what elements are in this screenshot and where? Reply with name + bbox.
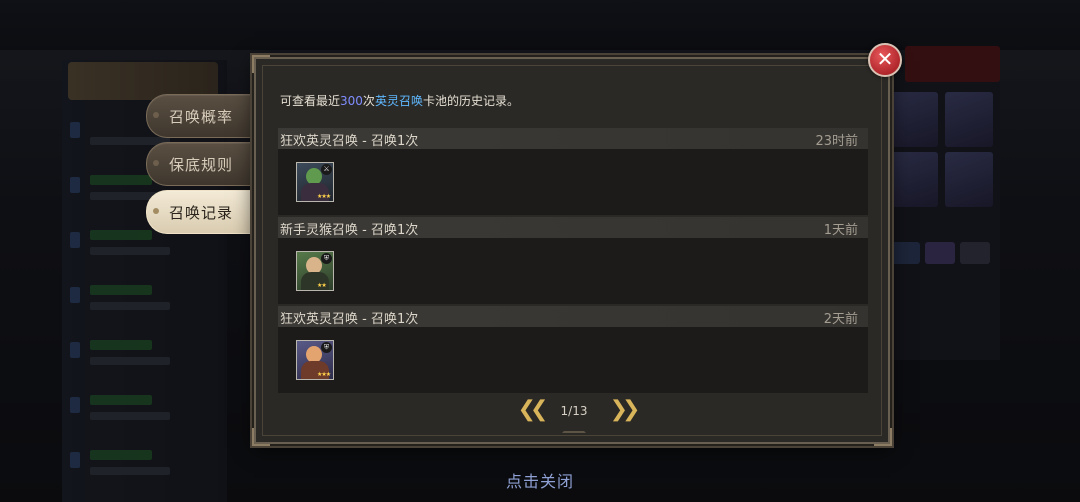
frame-corner (252, 428, 270, 446)
record-name: 狂欢英灵召唤 - 召唤1次 (280, 312, 419, 327)
double-chevron-left-icon[interactable]: ❮❮ (516, 399, 549, 421)
shield-icon: ⛨ (321, 342, 332, 353)
hero-portrait[interactable]: ⛨ ★★★ (296, 340, 334, 380)
tab-summon-history[interactable]: 召唤记录 (146, 190, 255, 234)
tab-dot (153, 112, 159, 118)
tab-label: 召唤概率 (168, 107, 233, 126)
page-indicator: 1/13 (560, 404, 588, 418)
star-rating: ★★★ (317, 371, 331, 378)
hero-portrait[interactable]: ⛨ ★★ (296, 251, 334, 291)
shield-icon: ⛨ (321, 253, 332, 264)
frame-corner (874, 428, 892, 446)
star-rating: ★★★ (317, 193, 331, 200)
record-header: 狂欢英灵召唤 - 召唤1次 23时前 (278, 128, 868, 149)
record-time: 1天前 (823, 223, 858, 238)
record-item: 新手灵猴召唤 - 召唤1次 1天前 ⛨ ★★ (278, 217, 868, 304)
double-chevron-right-icon[interactable]: ❯❯ (608, 399, 641, 421)
pagination: ❮❮ 1/13 ❯❯ (256, 397, 888, 433)
close-button[interactable]: ✕ (868, 43, 902, 77)
tab-dot (153, 208, 159, 214)
record-header: 狂欢英灵召唤 - 召唤1次 2天前 (278, 306, 868, 327)
tab-dot (153, 160, 159, 166)
tab-pity-rules[interactable]: 保底规则 (146, 142, 255, 186)
frame-corner (252, 55, 270, 73)
record-header: 新手灵猴召唤 - 召唤1次 1天前 (278, 217, 868, 238)
pool-name: 英灵召唤 (374, 94, 423, 108)
tap-to-close-label[interactable]: 点击关闭 (490, 468, 590, 492)
history-description: 可查看最近300次英灵召唤卡池的历史记录。 (280, 94, 519, 108)
summon-history-dialog: 可查看最近300次英灵召唤卡池的历史记录。 狂欢英灵召唤 - 召唤1次 23时前… (252, 55, 892, 446)
record-time: 23时前 (815, 134, 858, 149)
crossed-swords-icon: ⚔ (321, 164, 332, 175)
record-item: 狂欢英灵召唤 - 召唤1次 2天前 ⛨ ★★★ (278, 306, 868, 393)
record-item: 狂欢英灵召唤 - 召唤1次 23时前 ⚔ ★★★ (278, 128, 868, 215)
tab-label: 保底规则 (168, 155, 233, 174)
record-name: 新手灵猴召唤 - 召唤1次 (280, 223, 419, 238)
record-count: 300 (340, 94, 363, 108)
close-icon: ✕ (876, 47, 894, 71)
pager-ornament (562, 425, 586, 433)
tab-summon-probability[interactable]: 召唤概率 (146, 94, 255, 138)
star-rating: ★★ (317, 282, 327, 289)
hero-portrait[interactable]: ⚔ ★★★ (296, 162, 334, 202)
record-name: 狂欢英灵召唤 - 召唤1次 (280, 134, 419, 149)
tab-label: 召唤记录 (168, 203, 233, 222)
record-time: 2天前 (823, 312, 858, 327)
